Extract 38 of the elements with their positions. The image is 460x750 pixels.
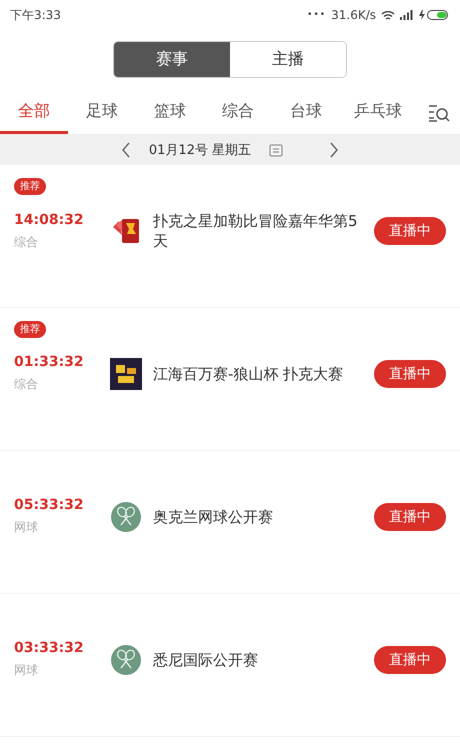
tennis-rackets-icon (110, 500, 142, 532)
event-title: 江海百万赛-狼山杯 扑克大赛 (153, 364, 344, 384)
category-tab[interactable]: 台球 (272, 92, 340, 134)
chevron-right-icon[interactable] (329, 142, 340, 158)
calendar-icon[interactable] (269, 144, 284, 156)
event-time: 14:08:32 (14, 212, 85, 228)
wifi-icon (381, 10, 395, 20)
chevron-left-icon[interactable] (120, 142, 131, 158)
clock: 下午3:33 (10, 6, 61, 24)
event-category: 综合 (14, 376, 39, 393)
filter-search-icon[interactable] (428, 103, 450, 123)
recommended-badge: 推荐 (14, 178, 46, 195)
recommended-badge: 推荐 (14, 321, 46, 338)
event-title: 悉尼国际公开赛 (153, 650, 259, 670)
date-label: 01月12号 星期五 (148, 142, 252, 159)
live-button[interactable]: 直播中 (374, 217, 446, 245)
event-category: 网球 (14, 519, 39, 536)
event-time: 01:33:32 (14, 354, 85, 370)
more-dots: ••• (307, 10, 326, 20)
live-button[interactable]: 直播中 (374, 502, 446, 530)
battery-icon (418, 9, 450, 21)
tennis-rackets-icon (110, 644, 142, 676)
category-tab[interactable]: 足球 (68, 92, 136, 134)
event-category: 网球 (14, 662, 39, 679)
live-button[interactable]: 直播中 (374, 646, 446, 674)
event-category: 综合 (14, 234, 39, 250)
event-time: 05:33:32 (14, 497, 85, 513)
segment-tab[interactable]: 赛事 (114, 42, 230, 77)
signal-icon (400, 10, 413, 20)
category-tab[interactable]: 篮球 (136, 92, 204, 134)
poster-logo-icon (110, 358, 142, 390)
category-tab[interactable]: 乒乓球 (340, 92, 416, 134)
network-speed: 31.6K/s (331, 8, 376, 22)
live-button[interactable]: 直播中 (374, 360, 446, 388)
event-title: 扑克之星加勒比冒险嘉年华第5天 (153, 211, 359, 251)
event-time: 03:33:32 (14, 640, 85, 656)
event-title: 奥克兰网球公开赛 (153, 506, 274, 526)
category-tab[interactable]: 综合 (204, 92, 272, 134)
